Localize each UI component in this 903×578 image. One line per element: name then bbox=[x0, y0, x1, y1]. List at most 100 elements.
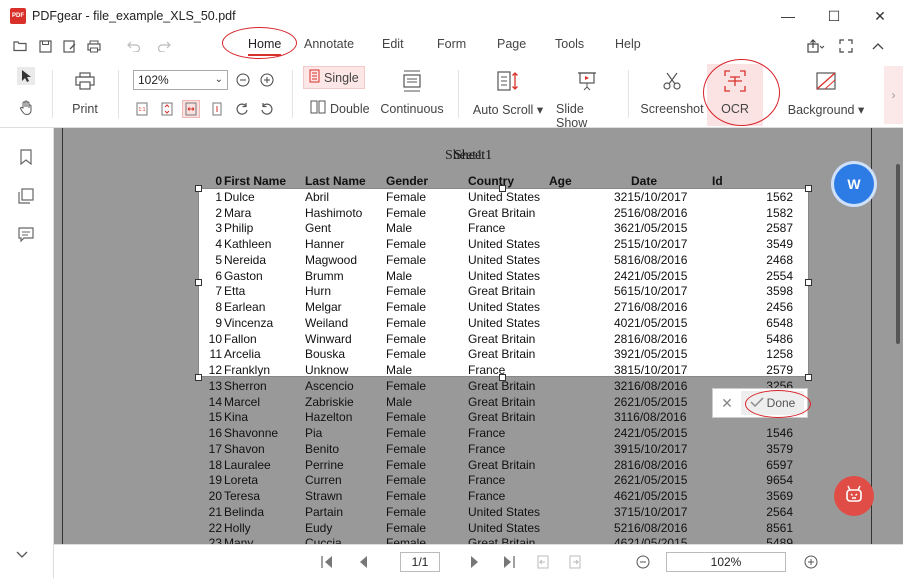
page-number-input[interactable]: 1/1 bbox=[400, 552, 440, 572]
zoom-out-icon[interactable] bbox=[634, 553, 652, 571]
redo-icon[interactable] bbox=[156, 38, 172, 54]
tab-tools[interactable]: Tools bbox=[555, 37, 584, 51]
tab-form[interactable]: Form bbox=[437, 37, 466, 51]
date-cell: 21/05/2015 bbox=[627, 394, 688, 409]
table-cell: 19 bbox=[208, 473, 222, 488]
tab-page[interactable]: Page bbox=[497, 37, 526, 51]
date-cell: 16/08/2016 bbox=[627, 378, 688, 393]
table-cell: United States bbox=[468, 504, 541, 519]
first-page-icon[interactable] bbox=[318, 553, 336, 571]
zoom-in-icon[interactable] bbox=[802, 553, 820, 571]
table-cell: Female bbox=[386, 489, 427, 503]
ribbon-scroll-right-icon[interactable]: › bbox=[884, 66, 903, 124]
table-cell: 13 bbox=[208, 378, 222, 393]
tab-edit[interactable]: Edit bbox=[382, 37, 404, 51]
resize-handle[interactable] bbox=[805, 279, 812, 286]
tab-home[interactable]: Home bbox=[248, 37, 282, 56]
age-date-cell: 2816/08/2016 bbox=[614, 458, 687, 472]
table-cell: Eudy bbox=[305, 520, 333, 535]
vertical-scrollbar[interactable] bbox=[896, 164, 900, 344]
ocr-done-button[interactable]: Done bbox=[741, 391, 804, 415]
fit-page-icon[interactable] bbox=[158, 100, 176, 118]
resize-handle[interactable] bbox=[195, 185, 202, 192]
ribbon-toolbar: Print 102% ⌄ 1:1 Single Double Continuou… bbox=[0, 60, 903, 130]
resize-handle[interactable] bbox=[195, 279, 202, 286]
zoom-in-icon[interactable] bbox=[258, 71, 276, 89]
last-page-icon[interactable] bbox=[500, 553, 518, 571]
ocr-cancel-button[interactable]: ✕ bbox=[713, 395, 741, 412]
undo-icon[interactable] bbox=[126, 38, 142, 54]
table-cell: Date bbox=[631, 174, 658, 188]
table-row: 17 Shavon Benito Female France 3915/10/2017 35… bbox=[204, 442, 844, 458]
rotate-clockwise-icon[interactable] bbox=[233, 100, 251, 118]
resize-handle[interactable] bbox=[499, 374, 506, 381]
date-cell: 15/10/2017 bbox=[627, 504, 688, 519]
table-cell: Belinda bbox=[224, 504, 265, 519]
table-cell: Great Britain bbox=[468, 457, 536, 472]
zoom-out-icon[interactable] bbox=[234, 71, 252, 89]
double-page-button[interactable]: Double bbox=[305, 98, 375, 119]
comments-icon[interactable] bbox=[17, 226, 35, 244]
fit-height-icon[interactable] bbox=[208, 100, 226, 118]
document-viewer[interactable]: Sheet1 Sheet1 0 First Name Last Name Gender… bbox=[54, 128, 903, 544]
tab-help[interactable]: Help bbox=[615, 37, 641, 51]
open-icon[interactable] bbox=[12, 38, 28, 54]
resize-handle[interactable] bbox=[195, 374, 202, 381]
single-page-button[interactable]: Single bbox=[303, 66, 365, 89]
table-cell: Female bbox=[386, 378, 427, 393]
collapse-ribbon-icon[interactable] bbox=[870, 38, 886, 54]
previous-page-icon[interactable] bbox=[354, 553, 372, 571]
table-cell: Benito bbox=[305, 441, 340, 456]
tab-annotate[interactable]: Annotate bbox=[304, 37, 354, 51]
table-cell: Many bbox=[224, 536, 254, 544]
minimize-button[interactable]: — bbox=[765, 0, 811, 32]
date-cell: 16/08/2016 bbox=[626, 410, 687, 425]
id-cell: 3569 bbox=[766, 489, 793, 503]
age-cell: 37 bbox=[614, 504, 628, 519]
convert-to-word-button[interactable]: W bbox=[834, 164, 874, 204]
title-bar: PDF PDFgear - file_example_XLS_50.pdf — … bbox=[0, 0, 903, 32]
auto-scroll-button[interactable]: Auto Scroll ▾ bbox=[472, 68, 544, 117]
next-page-icon[interactable] bbox=[466, 553, 484, 571]
previous-view-icon[interactable] bbox=[534, 553, 552, 571]
share-icon[interactable] bbox=[806, 38, 826, 54]
thumbnails-icon[interactable] bbox=[17, 187, 35, 205]
next-view-icon[interactable] bbox=[566, 553, 584, 571]
print-icon[interactable] bbox=[86, 38, 102, 54]
resize-handle[interactable] bbox=[499, 185, 506, 192]
actual-size-icon[interactable]: 1:1 bbox=[133, 100, 151, 118]
slide-show-label: Slide Show bbox=[556, 102, 588, 130]
maximize-button[interactable]: ☐ bbox=[811, 0, 857, 32]
print-button[interactable]: Print bbox=[70, 68, 100, 116]
resize-handle[interactable] bbox=[805, 185, 812, 192]
resize-handle[interactable] bbox=[805, 374, 812, 381]
sidebar-expand-icon[interactable] bbox=[16, 548, 28, 562]
rotate-counterclockwise-icon[interactable] bbox=[258, 100, 276, 118]
zoom-level-input[interactable]: 102% bbox=[666, 552, 786, 572]
save-icon[interactable] bbox=[37, 38, 53, 54]
table-cell: Strawn bbox=[305, 489, 343, 503]
background-button[interactable]: Background ▾ bbox=[786, 68, 866, 117]
ocr-scan-icon bbox=[724, 68, 746, 94]
screenshot-button[interactable]: Screenshot bbox=[640, 68, 704, 116]
bookmark-icon[interactable] bbox=[17, 148, 35, 166]
sheet-title-overlay: Sheet1 bbox=[445, 148, 484, 163]
continuous-button[interactable]: Continuous bbox=[380, 68, 444, 116]
select-tool-icon[interactable] bbox=[17, 67, 35, 85]
fit-width-icon[interactable] bbox=[182, 100, 200, 118]
age-cell: 32 bbox=[614, 378, 628, 393]
fullscreen-icon[interactable] bbox=[838, 38, 854, 54]
print-label: Print bbox=[72, 102, 98, 116]
save-as-icon[interactable] bbox=[62, 38, 78, 54]
slide-show-button[interactable]: Slide Show bbox=[556, 68, 618, 130]
ai-assistant-button[interactable] bbox=[834, 476, 874, 516]
close-button[interactable]: ✕ bbox=[857, 0, 903, 32]
auto-scroll-icon bbox=[496, 68, 520, 94]
table-cell: 22 bbox=[208, 520, 222, 535]
zoom-select[interactable]: 102% ⌄ bbox=[133, 70, 228, 90]
id-cell: 9654 bbox=[766, 473, 793, 488]
ocr-button[interactable]: OCR bbox=[710, 68, 760, 116]
table-cell: Female bbox=[386, 504, 427, 519]
age-date-cell: 2621/05/2015 bbox=[614, 395, 687, 409]
hand-tool-icon[interactable] bbox=[17, 98, 35, 116]
